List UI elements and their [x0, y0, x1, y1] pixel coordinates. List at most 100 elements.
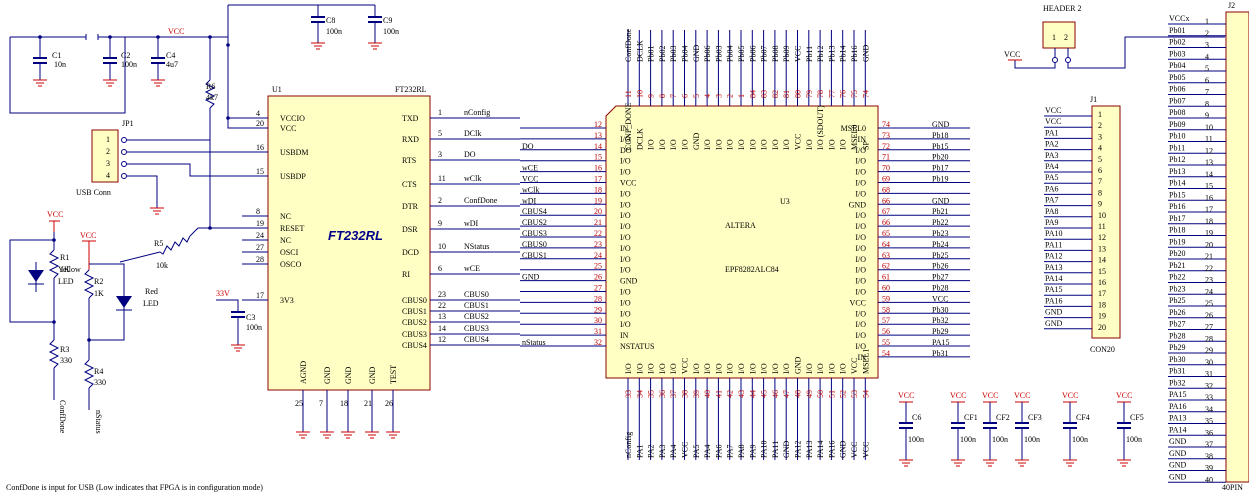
- j1-pin-num: 5: [1098, 155, 1102, 164]
- j2-pin-num: 5: [1205, 64, 1209, 73]
- j2-net-label: PA13: [1169, 414, 1187, 423]
- j1-pin-num: 16: [1098, 278, 1106, 287]
- c9-value: 100n: [383, 27, 399, 36]
- j1-net-label: PA10: [1045, 229, 1063, 238]
- ground-symbol: [231, 344, 245, 352]
- u3-pin-name: I/O: [855, 255, 866, 264]
- j2-net-label: Pb10: [1169, 132, 1185, 141]
- u1-net-label: DO: [464, 150, 476, 159]
- u3-pin-name: I/O: [714, 139, 723, 150]
- u3-net-label: wDI: [522, 196, 537, 205]
- u3-pin-name: VCC: [681, 358, 690, 374]
- u3-net-label: GND: [861, 44, 870, 62]
- u3-pin-name: VCC: [620, 179, 636, 188]
- j2-net-label: PA14: [1169, 425, 1187, 434]
- j2-net-label: Pb13: [1169, 167, 1185, 176]
- u3-pin-num: 76: [839, 90, 848, 98]
- j2-net-label: Pb18: [1169, 226, 1185, 235]
- u3-pin-num: 78: [816, 90, 825, 98]
- j1-net-label: PA5: [1045, 173, 1059, 182]
- j1-pin-num: 7: [1098, 177, 1102, 186]
- u3-net-label: Pb18: [932, 131, 948, 140]
- j1-pin-num: 17: [1098, 289, 1106, 298]
- u3-net-label: Pb06: [703, 46, 712, 62]
- u1-pin-num: 10: [438, 242, 446, 251]
- j2-net-label: Pb22: [1169, 273, 1185, 282]
- j2-net-label: Pb30: [1169, 355, 1185, 364]
- u1-pin-name: RXD: [402, 135, 419, 144]
- decoupling-capacitors: VCC C6 100n VCC CF1 100n VCC CF2 100n VCC CF3 100n V…: [898, 391, 1144, 467]
- j1-pin-num: 14: [1098, 256, 1106, 265]
- u3-pin-name: I/O: [620, 255, 631, 264]
- u1-pin-name: AGND: [299, 361, 308, 384]
- u3-pin-num: 40: [703, 390, 712, 398]
- u3-pin-name: I/O: [805, 363, 814, 374]
- u3-pin-num: 54: [861, 390, 870, 398]
- ground-symbol: [311, 42, 325, 50]
- j2-net-label: Pb32: [1169, 378, 1185, 387]
- led-red: Red LED: [116, 287, 159, 311]
- u1-pin-num: 8: [256, 207, 260, 216]
- u3-pin-num: 66: [882, 196, 890, 205]
- u3-net-label: wCE: [522, 164, 538, 173]
- u3-pin-name: I/O: [855, 222, 866, 231]
- j2-pin-num: 38: [1205, 452, 1213, 461]
- u3-pin-num: 45: [760, 390, 769, 398]
- u3-pin-name: I/O: [748, 363, 757, 374]
- c3-ref: C3: [246, 313, 255, 322]
- u3-pin-num: 39: [692, 390, 701, 398]
- u1-pin-num: 6: [438, 264, 442, 273]
- u3-pin-name: I/O: [839, 363, 848, 374]
- led-yellow-label: Yellow: [58, 265, 81, 274]
- j2-net-label: Pb11: [1169, 143, 1185, 152]
- c1-ref: C1: [52, 51, 61, 60]
- c4-ref: C4: [166, 51, 175, 60]
- u3-pin-name: I/O: [635, 363, 644, 374]
- u3-pin-name: I/O: [760, 363, 769, 374]
- u1-pin-num: 9: [438, 219, 442, 228]
- u3-pin-name: I/O: [839, 139, 848, 150]
- r6-value: 4k7: [206, 93, 218, 102]
- u3-pin-name: I/O: [620, 244, 631, 253]
- u3-pin-num: 29: [594, 305, 602, 314]
- decoupling-cap-ref: CF1: [964, 413, 978, 422]
- j2-net-label: Pb28: [1169, 331, 1185, 340]
- j1-net-label: PA13: [1045, 263, 1063, 272]
- u3-pin-num: 52: [839, 390, 848, 398]
- j1-net-label: VCC: [1045, 117, 1061, 126]
- u3-net-label: GND: [782, 440, 791, 458]
- u3-pin-num: 42: [726, 390, 735, 398]
- u3-pin-num: 73: [882, 131, 890, 140]
- j2-net-label: Pb23: [1169, 284, 1185, 293]
- j1-pin-num: 6: [1098, 166, 1102, 175]
- r5-value: 10k: [156, 261, 168, 270]
- decoupling-cap-value: 100n: [1072, 435, 1088, 444]
- u3-pin-num: 15: [594, 153, 602, 162]
- vcc-label-top: VCC: [168, 27, 184, 36]
- c2-value: 100n: [121, 60, 137, 69]
- u3-pin-num: 64: [882, 240, 890, 249]
- u3-pin-num: 69: [882, 175, 890, 184]
- j1-net-label: PA4: [1045, 162, 1059, 171]
- u3-pin-num: 58: [882, 305, 890, 314]
- j2-pin-num: 2: [1205, 29, 1209, 38]
- u3-pin-num: 24: [594, 251, 602, 260]
- u1-pin-name: DCD: [402, 248, 419, 257]
- j1-net-label: GND: [1045, 308, 1063, 317]
- u3-right-pins: 74 MSEL0 GND 73 IN Pb18 72 I/O Pb15 71 I/O Pb20 70 I/…: [841, 120, 970, 362]
- u3-pin-name: I/O: [647, 363, 656, 374]
- j1-net-label: PA1: [1045, 128, 1059, 137]
- u3-pin-num: 33: [624, 390, 633, 398]
- capacitor-c9: C9 100n: [368, 5, 399, 50]
- u1-pin-name: GND: [344, 366, 353, 384]
- ground-symbol: [983, 459, 997, 467]
- decoupling-cap-value: 100n: [1024, 435, 1040, 444]
- u3-pin-num: 20: [594, 207, 602, 216]
- u1-pin-num: 7: [319, 399, 323, 408]
- u1-pin-num: 26: [385, 399, 393, 408]
- ground-symbol: [368, 42, 382, 50]
- resistor-r5: R5 10k: [119, 227, 199, 270]
- u3-pin-name: I/O: [855, 266, 866, 275]
- u3-pin-name: I/O: [620, 309, 631, 318]
- u3-pin-name: I/O: [827, 139, 836, 150]
